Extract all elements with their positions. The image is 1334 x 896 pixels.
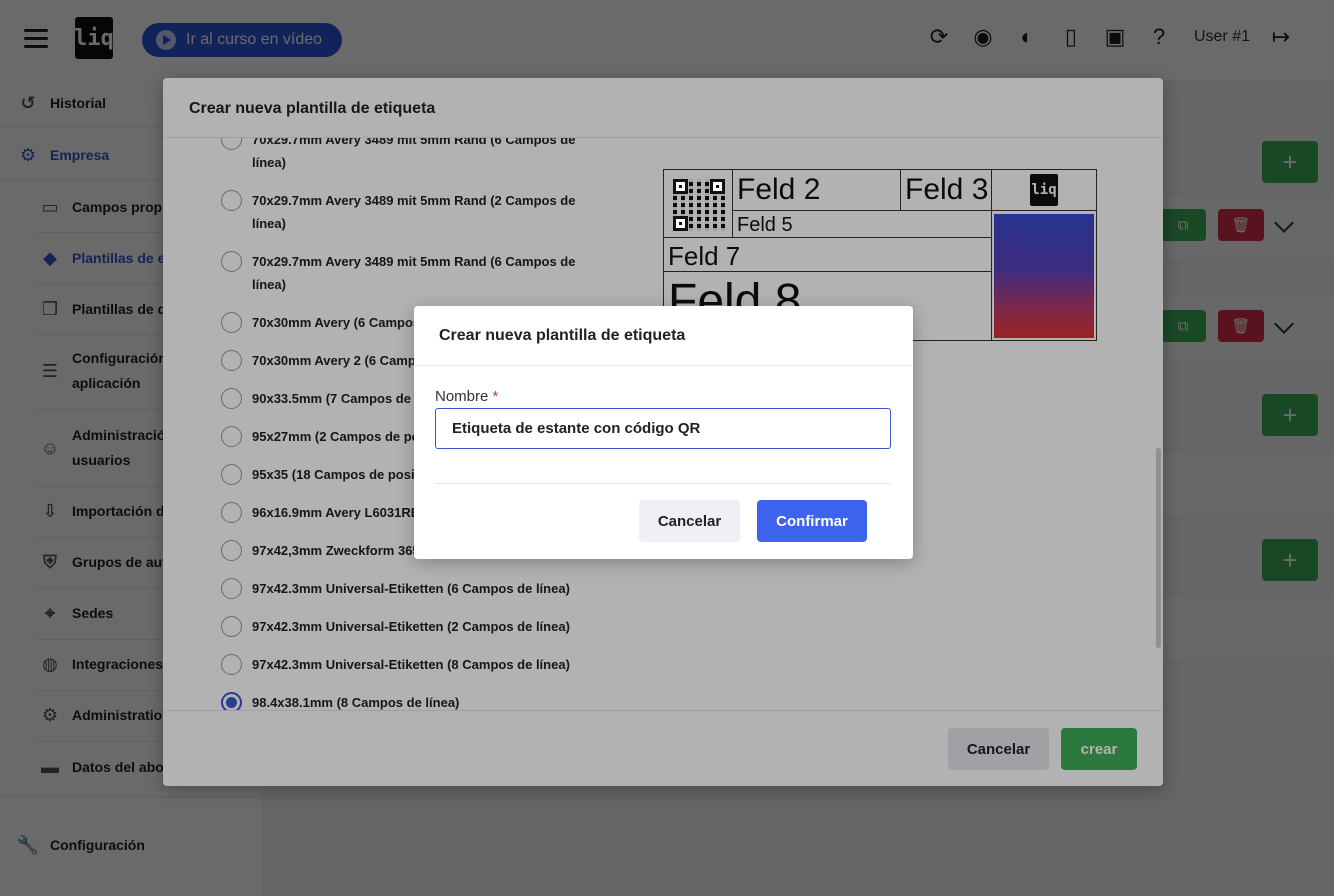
required-mark: * (492, 388, 499, 405)
dialog-divider (435, 483, 891, 484)
name-field-label: Nombre * (435, 388, 498, 405)
name-label-text: Nombre (435, 388, 489, 405)
cancel-button[interactable]: Cancelar (639, 500, 740, 542)
confirm-button[interactable]: Confirmar (757, 500, 867, 542)
name-template-dialog: Crear nueva plantilla de etiqueta Nombre… (414, 306, 913, 559)
dialog-title: Crear nueva plantilla de etiqueta (414, 306, 913, 366)
name-input[interactable] (435, 408, 891, 449)
